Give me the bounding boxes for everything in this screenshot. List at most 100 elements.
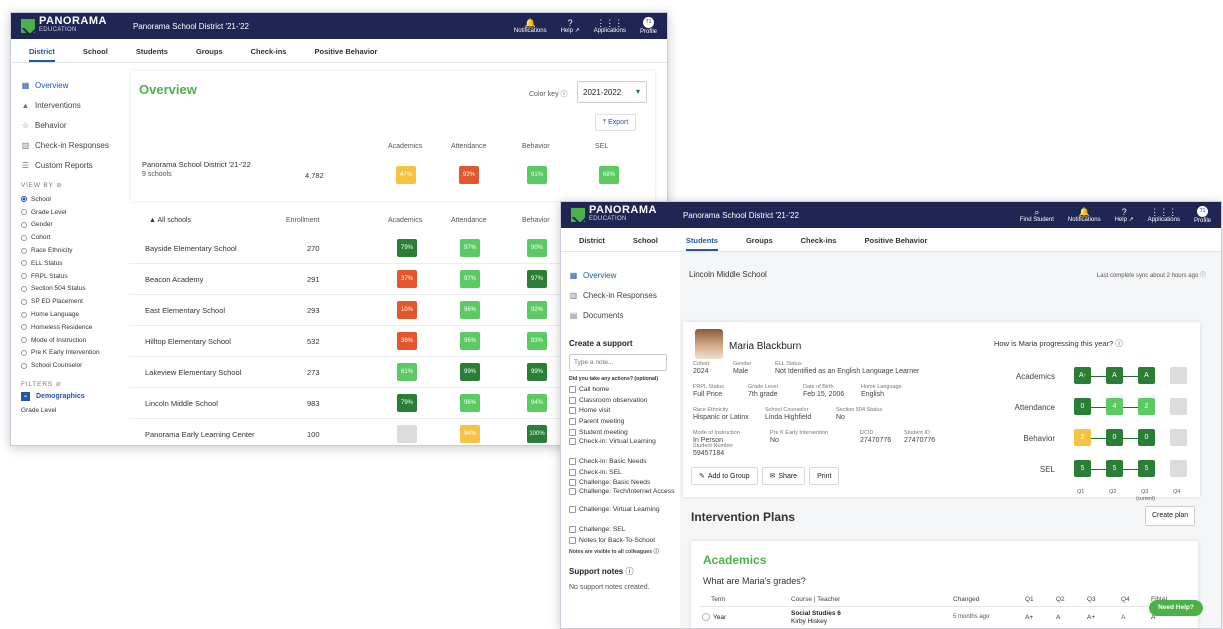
score-chip[interactable]: 97% [460, 270, 480, 288]
view-by-option-homeless-residence[interactable]: Homeless Residence [21, 321, 136, 334]
sidebar-item-custom-reports[interactable]: ☰ Custom Reports [21, 155, 136, 175]
score-chip[interactable]: 61% [397, 363, 417, 381]
grade-header-term[interactable]: Term [711, 596, 725, 603]
progress-cell[interactable]: A [1106, 367, 1123, 384]
action-checkbox-classroom-observation[interactable]: Classroom observation [569, 395, 679, 406]
action-checkbox-call-home[interactable]: Call home [569, 384, 679, 395]
score-chip[interactable]: 96% [460, 394, 480, 412]
topnav-applications[interactable]: ⋮⋮⋮ Applications [1148, 207, 1180, 224]
progress-cell[interactable]: 0 [1074, 398, 1091, 415]
view-by-option-frpl-status[interactable]: FRPL Status [21, 270, 136, 283]
sidebar-item-interventions[interactable]: ▲ Interventions [21, 95, 136, 115]
score-chip[interactable]: 99% [527, 363, 547, 381]
progress-cell[interactable] [1170, 460, 1187, 477]
progress-cell[interactable] [1170, 367, 1187, 384]
view-by-option-school-counselor[interactable]: School Counselor [21, 359, 136, 372]
action-checkbox-challenge-sel[interactable]: Challenge: SEL [569, 524, 679, 535]
view-by-option-grade-level[interactable]: Grade Level [21, 206, 136, 219]
export-button[interactable]: ⤒ Export [595, 114, 637, 131]
view-by-option-pre-k-early-intervention[interactable]: Pre K Early Intervention [21, 347, 136, 360]
share-button[interactable]: ✉ Share [761, 467, 806, 485]
topnav-help[interactable]: ? Help ↗ [1115, 207, 1134, 224]
info-icon[interactable]: ⊘ [55, 381, 61, 388]
score-chip[interactable]: 10% [397, 301, 417, 319]
score-chip[interactable]: 96% [460, 332, 480, 350]
score-chip[interactable]: 97% [460, 239, 480, 257]
score-chip[interactable]: 94% [527, 394, 547, 412]
tab-school[interactable]: School [83, 47, 108, 62]
progress-cell[interactable]: 5 [1106, 460, 1123, 477]
school-name[interactable]: East Elementary School [145, 306, 225, 315]
view-by-option-sp-ed-placement[interactable]: SP ED Placement [21, 295, 136, 308]
tab-positive-behavior[interactable]: Positive Behavior [864, 236, 927, 251]
grade-header-q3[interactable]: Q3 [1087, 596, 1096, 603]
tab-district[interactable]: District [29, 47, 55, 62]
enrollment-header[interactable]: Enrollment [286, 217, 319, 224]
progress-cell[interactable]: A- [1074, 367, 1091, 384]
progress-cell[interactable]: A [1138, 367, 1155, 384]
topnav-applications[interactable]: ⋮⋮⋮ Applications [594, 18, 626, 35]
sidebar-item-documents[interactable]: ▤ Documents [569, 305, 679, 325]
view-by-option-school[interactable]: School [21, 193, 136, 206]
behavior-header[interactable]: Behavior [522, 217, 550, 224]
grade-header-changed[interactable]: Changed [953, 596, 979, 603]
progress-cell[interactable] [1170, 398, 1187, 415]
action-checkbox-check-in-basic-needs[interactable]: Check-in: Basic Needs [569, 456, 679, 467]
summary-score-chip[interactable]: 91% [527, 166, 547, 184]
score-chip[interactable]: 94% [460, 425, 480, 443]
tab-school[interactable]: School [633, 236, 658, 251]
sidebar-item-check-in-responses[interactable]: ▥ Check-in Responses [569, 285, 679, 305]
view-by-option-mode-of-instruction[interactable]: Mode of Instruction [21, 334, 136, 347]
grade-header-q1[interactable]: Q1 [1025, 596, 1034, 603]
progress-cell[interactable]: 2 [1138, 398, 1155, 415]
progress-cell[interactable]: 0 [1106, 429, 1123, 446]
school-name[interactable]: Lincoln Middle School [689, 270, 767, 279]
view-by-option-ell-status[interactable]: ELL Status [21, 257, 136, 270]
topnav-profile[interactable]: T1 Profile [640, 16, 657, 36]
progress-cell[interactable] [1170, 429, 1187, 446]
tab-groups[interactable]: Groups [746, 236, 773, 251]
progress-cell[interactable]: 2 [1074, 429, 1091, 446]
grade-header-course-teacher[interactable]: Course | Teacher [791, 596, 840, 603]
score-chip[interactable]: 79% [397, 239, 417, 257]
action-checkbox-home-visit[interactable]: Home visit [569, 406, 679, 417]
summary-score-chip[interactable]: 68% [599, 166, 619, 184]
panorama-logo[interactable]: PANORAMA EDUCATION [21, 16, 107, 35]
topnav-find-student[interactable]: ⌕ Find Student [1020, 207, 1054, 224]
sidebar-item-overview[interactable]: ▦ Overview [569, 265, 679, 285]
score-chip[interactable]: 99% [460, 363, 480, 381]
view-by-option-section-504-status[interactable]: Section 504 Status [21, 283, 136, 296]
score-chip[interactable]: 79% [397, 394, 417, 412]
score-chip[interactable]: 97% [527, 270, 547, 288]
sidebar-item-behavior[interactable]: ☆ Behavior [21, 115, 136, 135]
view-by-option-home-language[interactable]: Home Language [21, 308, 136, 321]
info-icon[interactable]: ⊘ [56, 182, 62, 189]
summary-score-chip[interactable]: 92% [459, 166, 479, 184]
add-to-group-button[interactable]: ✎ Add to Group [691, 467, 758, 485]
view-by-option-cohort[interactable]: Cohort [21, 231, 136, 244]
tab-check-ins[interactable]: Check-ins [251, 47, 287, 62]
tab-students[interactable]: Students [685, 236, 718, 251]
score-chip[interactable]: 100% [527, 425, 547, 443]
score-chip[interactable]: 36% [397, 332, 417, 350]
create-plan-button[interactable]: Create plan [1145, 506, 1196, 526]
progress-cell[interactable]: 5 [1074, 460, 1091, 477]
panorama-logo[interactable]: PANORAMA EDUCATION [571, 205, 657, 224]
view-by-option-gender[interactable]: Gender [21, 219, 136, 232]
school-name[interactable]: Bayside Elementary School [145, 244, 237, 253]
summary-score-chip[interactable]: 47% [396, 166, 416, 184]
score-chip[interactable] [397, 425, 417, 443]
action-checkbox-student-meeting[interactable]: Student meeting [569, 427, 679, 438]
need-help-button[interactable]: Need Help? [1149, 600, 1203, 616]
score-chip[interactable]: 93% [527, 332, 547, 350]
all-schools-header[interactable]: ▲ All schools [149, 217, 191, 224]
action-checkbox-check-in-virtual-learning[interactable]: Check-in: Virtual Learning [569, 437, 679, 456]
grade-header-q4[interactable]: Q4 [1121, 596, 1130, 603]
action-checkbox-notes-for-back-to-school[interactable]: Notes for Back-To-School [569, 535, 679, 546]
attendance-header[interactable]: Attendance [451, 217, 486, 224]
progress-cell[interactable]: 4 [1106, 398, 1123, 415]
score-chip[interactable]: 37% [397, 270, 417, 288]
school-name[interactable]: Panorama Early Learning Center [145, 430, 255, 439]
expand-icon[interactable] [702, 613, 710, 621]
progress-cell[interactable]: 5 [1138, 460, 1155, 477]
